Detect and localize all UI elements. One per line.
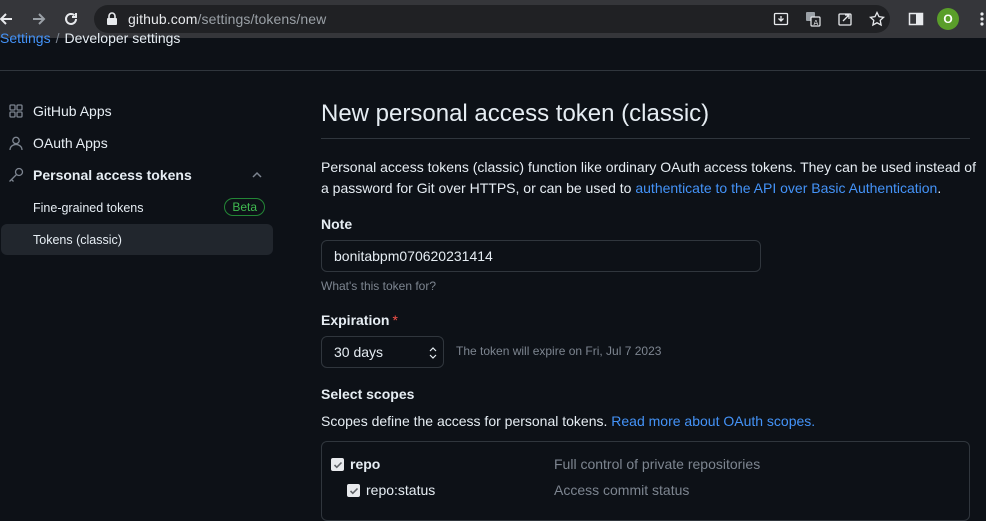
- sidebar-item-label: OAuth Apps: [33, 135, 108, 151]
- sidebar-item-label: GitHub Apps: [33, 103, 112, 119]
- bookmark-star-icon[interactable]: [868, 10, 886, 28]
- breadcrumb: Settings / Developer settings: [0, 30, 400, 48]
- title-divider: [321, 138, 970, 139]
- select-scopes-label: Select scopes: [321, 386, 415, 402]
- sidebar-item-github-apps[interactable]: GitHub Apps: [8, 98, 112, 124]
- scope-name-repo: repo: [350, 456, 381, 472]
- page-title: New personal access token (classic): [321, 100, 710, 127]
- apps-grid-icon: [8, 103, 24, 119]
- sidebar-item-personal-access-tokens[interactable]: Personal access tokens: [8, 162, 192, 188]
- side-panel-icon[interactable]: [904, 7, 928, 31]
- address-bar[interactable]: github.com/settings/tokens/new A: [94, 5, 890, 33]
- required-asterisk: *: [392, 312, 398, 328]
- expiration-note: The token will expire on Fri, Jul 7 2023: [456, 344, 662, 358]
- key-icon: [8, 167, 24, 183]
- back-arrow-icon[interactable]: [0, 7, 18, 31]
- profile-avatar[interactable]: O: [937, 8, 959, 30]
- forward-arrow-icon[interactable]: [27, 7, 51, 31]
- breadcrumb-current: Developer settings: [64, 30, 181, 46]
- repo-checkbox[interactable]: [331, 458, 344, 471]
- expiration-label-text: Expiration: [321, 312, 390, 328]
- svg-text:A: A: [814, 19, 819, 27]
- repo-status-checkbox[interactable]: [347, 484, 360, 497]
- scopes-list: repo Full control of private repositorie…: [321, 441, 970, 521]
- expiration-select-value: 30 days: [334, 344, 384, 360]
- expiration-select[interactable]: 30 days: [321, 336, 444, 368]
- description-end: .: [937, 180, 942, 196]
- note-hint: What's this token for?: [321, 279, 437, 293]
- scope-name-repo-status: repo:status: [366, 482, 436, 498]
- breadcrumb-settings-link[interactable]: Settings: [0, 30, 51, 46]
- page-description: Personal access tokens (classic) functio…: [321, 157, 981, 199]
- basic-auth-link[interactable]: authenticate to the API over Basic Authe…: [635, 180, 937, 196]
- note-label: Note: [321, 216, 353, 232]
- note-input[interactable]: [321, 240, 761, 272]
- install-app-icon[interactable]: [772, 10, 790, 28]
- sidebar-item-oauth-apps[interactable]: OAuth Apps: [8, 130, 108, 156]
- url-host: github.com: [128, 11, 198, 27]
- kebab-menu-icon[interactable]: [970, 7, 986, 31]
- url-text[interactable]: github.com/settings/tokens/new: [128, 11, 326, 27]
- header-divider: [0, 70, 986, 71]
- translate-icon[interactable]: A: [804, 10, 822, 28]
- sidebar-item-tokens-classic[interactable]: Tokens (classic): [1, 224, 273, 255]
- lock-icon[interactable]: [103, 10, 121, 28]
- share-icon[interactable]: [836, 10, 854, 28]
- breadcrumb-separator: /: [55, 30, 60, 46]
- sidebar-subitem-label: Fine-grained tokens: [33, 200, 144, 215]
- scope-desc-repo: Full control of private repositories: [554, 456, 761, 472]
- scopes-description: Scopes define the access for personal to…: [321, 413, 815, 429]
- reload-icon[interactable]: [59, 7, 83, 31]
- sidebar-item-fine-grained-tokens[interactable]: Fine-grained tokens Beta: [1, 192, 273, 223]
- beta-badge: Beta: [224, 198, 265, 216]
- scope-desc-repo-status: Access commit status: [554, 482, 690, 498]
- scopes-desc-text: Scopes define the access for personal to…: [321, 413, 612, 429]
- select-arrows-icon: [429, 346, 437, 360]
- person-icon: [8, 135, 24, 151]
- sidebar-item-label: Personal access tokens: [33, 167, 192, 183]
- url-path: /settings/tokens/new: [197, 11, 327, 27]
- expiration-label: Expiration *: [321, 312, 398, 328]
- chevron-up-icon[interactable]: [250, 168, 264, 182]
- sidebar-subitem-label: Tokens (classic): [33, 232, 122, 247]
- oauth-scopes-link[interactable]: Read more about OAuth scopes.: [611, 413, 815, 429]
